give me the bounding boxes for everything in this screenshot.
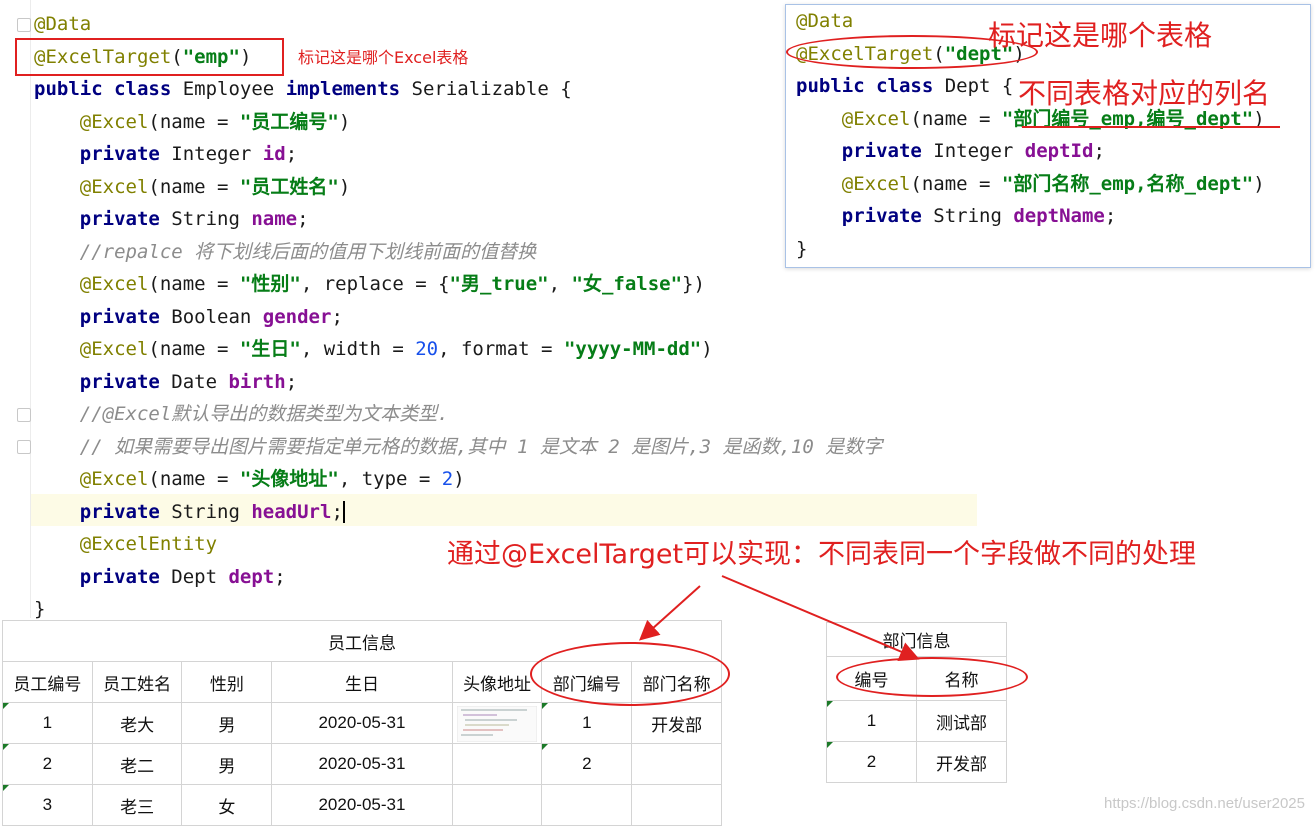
arrow-to-dept-columns: [721, 575, 920, 661]
annotation-arrows: [639, 575, 920, 661]
arrow-to-emp-columns: [639, 585, 701, 641]
watermark: https://blog.csdn.net/user2025: [1104, 795, 1305, 812]
